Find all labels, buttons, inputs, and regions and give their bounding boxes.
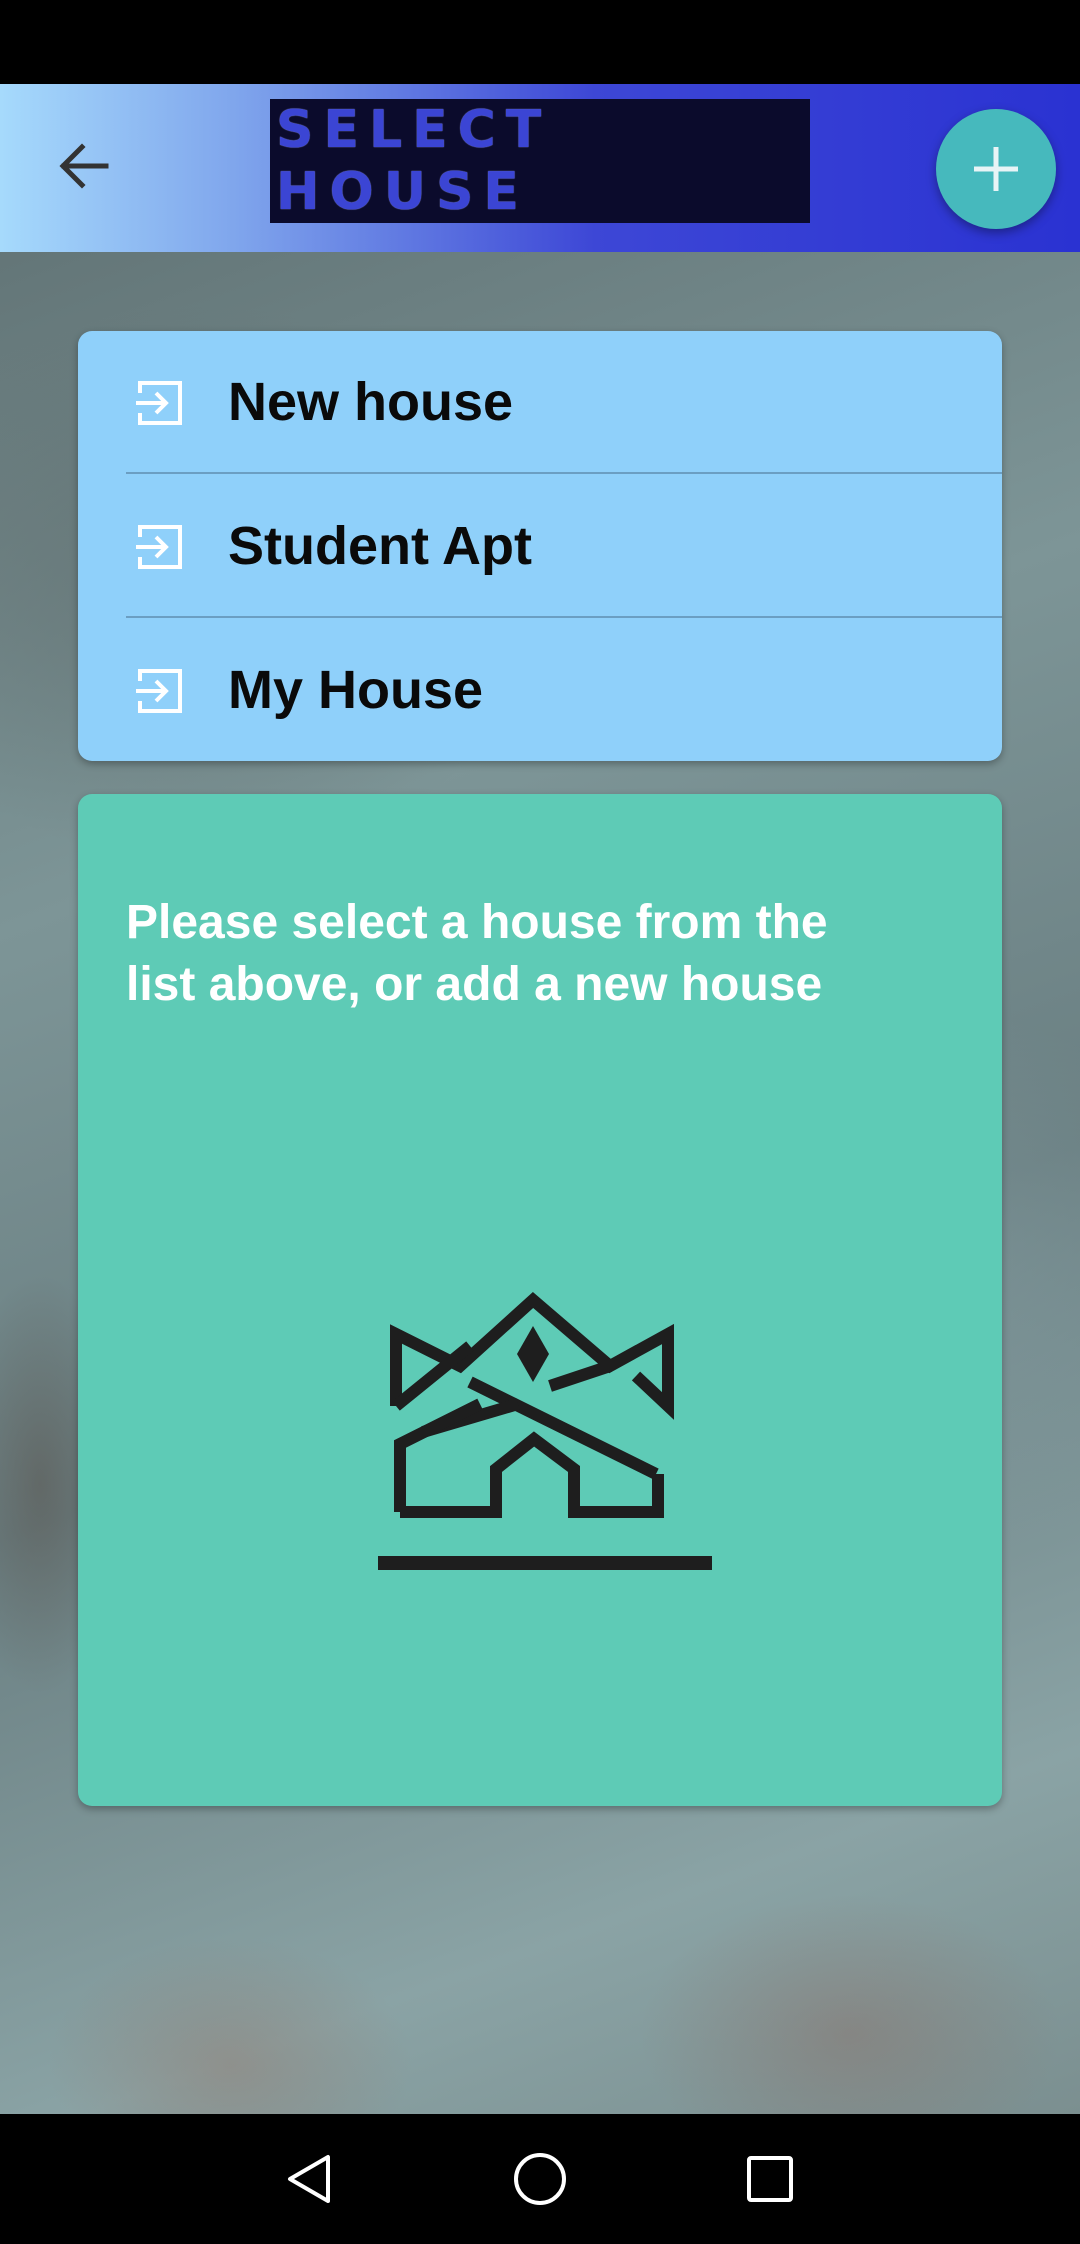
add-house-button[interactable] [936, 109, 1056, 229]
circle-home-icon[interactable] [510, 2149, 570, 2209]
list-item-label: My House [228, 660, 484, 720]
enter-icon [136, 525, 182, 569]
divider [126, 472, 1002, 474]
plus-icon [974, 147, 1018, 191]
enter-icon [136, 381, 182, 425]
arrow-left-icon [59, 143, 109, 189]
list-item-my-house[interactable]: My House [78, 619, 1002, 761]
status-bar [0, 0, 1080, 84]
back-button[interactable] [52, 134, 116, 198]
divider [126, 616, 1002, 618]
triangle-back-icon[interactable] [280, 2149, 340, 2209]
list-item-label: Student Apt [228, 516, 532, 576]
list-item-student-apt[interactable]: Student Apt [78, 475, 1002, 619]
list-item-new-house[interactable]: New house [78, 331, 1002, 475]
enter-icon [136, 669, 182, 713]
info-message: Please select a house from the list abov… [126, 896, 828, 1011]
info-card: Please select a house from the list abov… [78, 794, 1002, 1806]
house-logo-icon [378, 1292, 712, 1570]
house-list: New house Student Apt My House [78, 331, 1002, 761]
square-recents-icon[interactable] [740, 2149, 800, 2209]
system-nav-bar [0, 2114, 1080, 2244]
list-item-label: New house [228, 372, 514, 432]
page-title: SELECT HOUSE [270, 99, 810, 223]
